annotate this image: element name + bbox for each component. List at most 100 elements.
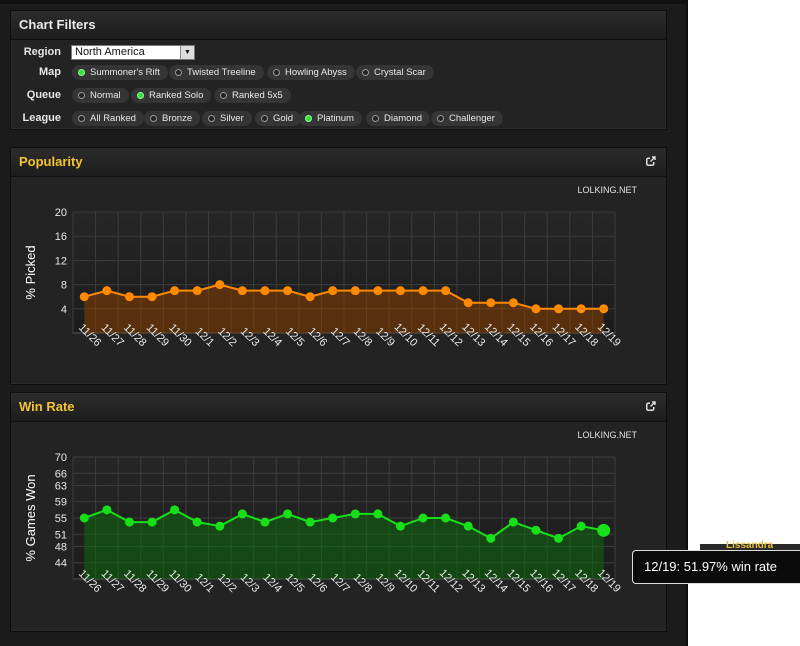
popularity-header: Popularity	[11, 148, 666, 177]
league-option-label: All Ranked	[90, 113, 136, 124]
league-option[interactable]: Gold	[255, 111, 302, 126]
chevron-down-icon[interactable]: ▼	[180, 46, 194, 59]
data-point	[441, 286, 451, 296]
region-select-value: North America	[75, 46, 145, 58]
data-point	[260, 286, 270, 296]
league-option-label: Bronze	[162, 113, 193, 124]
y-axis-label: % Picked	[23, 245, 38, 299]
radio-icon[interactable]	[305, 115, 312, 122]
data-point	[373, 286, 383, 296]
chart-filters-title: Chart Filters	[19, 17, 96, 32]
radio-icon[interactable]	[78, 115, 85, 122]
queue-option[interactable]: Ranked Solo	[131, 88, 212, 103]
chart-tooltip: 12/19: 51.97% win rate	[632, 550, 800, 584]
data-point	[373, 509, 383, 519]
data-point	[147, 517, 157, 527]
league-option[interactable]: All Ranked	[72, 111, 144, 126]
data-point	[576, 521, 586, 531]
chart-filters-panel: Chart Filters Region North America ▼ Map…	[10, 10, 667, 130]
data-point	[283, 286, 293, 296]
data-point	[170, 505, 180, 515]
data-point	[283, 509, 293, 519]
data-point	[192, 517, 202, 527]
region-select[interactable]: North America ▼	[71, 45, 195, 60]
radio-icon[interactable]	[78, 69, 85, 76]
data-point	[147, 292, 157, 302]
radio-icon[interactable]	[273, 69, 280, 76]
data-point	[328, 513, 338, 523]
y-tick-label: 55	[55, 513, 67, 525]
radio-icon[interactable]	[175, 69, 182, 76]
league-option[interactable]: Bronze	[144, 111, 201, 126]
radio-icon[interactable]	[150, 115, 157, 122]
data-point	[597, 523, 611, 537]
queue-option-label: Ranked Solo	[149, 90, 204, 101]
radio-icon[interactable]	[261, 115, 268, 122]
winrate-header: Win Rate	[11, 393, 666, 422]
data-point	[102, 286, 112, 296]
map-option[interactable]: Twisted Treeline	[169, 65, 264, 80]
y-tick-label: 70	[55, 452, 67, 464]
league-label: League	[22, 112, 61, 124]
data-point	[395, 286, 405, 296]
data-point	[463, 298, 473, 308]
y-tick-label: 4	[61, 304, 67, 316]
watermark: LOLKING.NET	[577, 185, 637, 195]
radio-icon[interactable]	[437, 115, 444, 122]
data-point	[215, 521, 225, 531]
radio-icon[interactable]	[208, 115, 215, 122]
league-option-label: Diamond	[384, 113, 423, 124]
data-point	[305, 292, 315, 302]
y-tick-label: 48	[55, 541, 67, 553]
data-point	[305, 517, 315, 527]
radio-icon[interactable]	[372, 115, 379, 122]
data-point	[395, 521, 405, 531]
y-tick-label: 44	[55, 558, 67, 570]
radio-icon[interactable]	[78, 92, 85, 99]
radio-icon[interactable]	[137, 92, 144, 99]
data-point	[554, 304, 564, 314]
map-option[interactable]: Howling Abyss	[267, 65, 355, 80]
radio-icon[interactable]	[362, 69, 369, 76]
chart-filters-header: Chart Filters	[11, 11, 666, 40]
league-option[interactable]: Diamond	[366, 111, 431, 126]
popularity-chart: LOLKING.NET48121620% Picked11/2611/2711/…	[11, 177, 666, 383]
data-point	[237, 509, 247, 519]
data-point	[531, 304, 541, 314]
map-option[interactable]: Crystal Scar	[356, 65, 434, 80]
league-option-label: Platinum	[317, 113, 354, 124]
popularity-title: Popularity	[19, 154, 83, 169]
top-strip	[0, 0, 688, 4]
y-tick-label: 66	[55, 468, 67, 480]
external-link-icon[interactable]	[646, 156, 656, 166]
league-option[interactable]: Platinum	[299, 111, 362, 126]
data-point	[124, 292, 134, 302]
queue-option[interactable]: Normal	[72, 88, 129, 103]
region-label: Region	[23, 46, 61, 58]
external-link-icon[interactable]	[646, 401, 656, 411]
map-option[interactable]: Summoner's Rift	[72, 65, 168, 80]
league-option[interactable]: Silver	[202, 111, 252, 126]
data-point	[486, 298, 496, 308]
popularity-panel: Popularity LOLKING.NET 4 8 12 16 20% Picked 11…	[10, 147, 667, 385]
data-point	[418, 513, 428, 523]
y-tick-label: 8	[61, 280, 67, 292]
league-option-label: Gold	[273, 113, 294, 124]
data-point	[508, 517, 518, 527]
map-option-label: Howling Abyss	[285, 67, 347, 78]
data-point	[350, 509, 360, 519]
league-option[interactable]: Challenger	[431, 111, 503, 126]
map-label: Map	[39, 66, 61, 78]
data-point	[170, 286, 180, 296]
queue-option[interactable]: Ranked 5x5	[214, 88, 291, 103]
data-point	[554, 533, 564, 543]
map-option-label: Twisted Treeline	[187, 67, 256, 78]
league-option-label: Challenger	[449, 113, 495, 124]
league-option-label: Silver	[220, 113, 244, 124]
data-point	[441, 513, 451, 523]
queue-option-label: Ranked 5x5	[232, 90, 283, 101]
y-axis-label: % Games Won	[23, 474, 38, 561]
y-tick-label: 51	[55, 529, 67, 541]
y-tick-label: 20	[55, 207, 67, 219]
radio-icon[interactable]	[220, 92, 227, 99]
